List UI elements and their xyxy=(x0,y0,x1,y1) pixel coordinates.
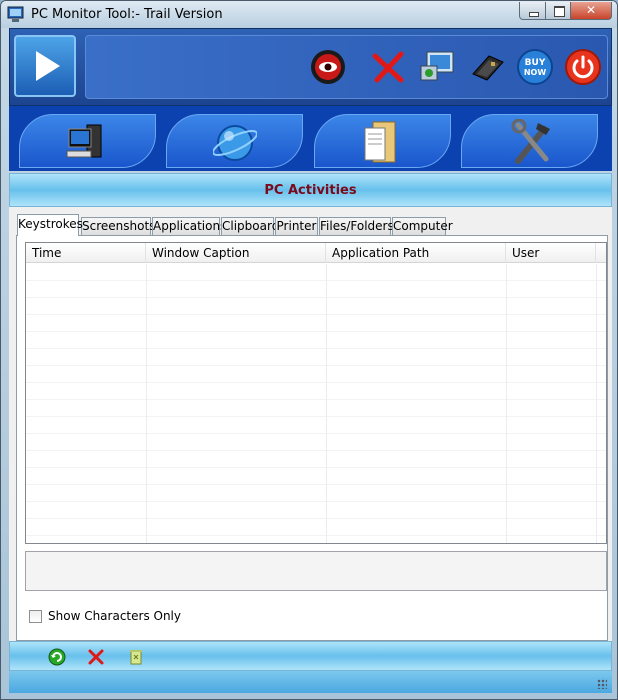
footer-toolbar xyxy=(9,641,612,671)
section-title: PC Activities xyxy=(264,183,357,198)
tools-icon xyxy=(511,119,550,164)
column-application-path[interactable]: Application Path xyxy=(326,243,506,263)
settings-tab[interactable] xyxy=(461,114,598,168)
status-bar xyxy=(9,671,612,693)
show-characters-label: Show Characters Only xyxy=(48,609,181,623)
computer-icon xyxy=(66,124,102,158)
detail-text-box[interactable] xyxy=(25,551,607,591)
table-header: Time Window Caption Application Path Use… xyxy=(26,243,606,263)
trash-icon[interactable] xyxy=(127,648,145,666)
keystrokes-table[interactable]: Time Window Caption Application Path Use… xyxy=(25,242,607,544)
minimize-button[interactable] xyxy=(519,2,546,20)
nav-bar xyxy=(9,106,612,171)
column-window-caption[interactable]: Window Caption xyxy=(146,243,326,263)
files-tab[interactable] xyxy=(314,114,451,168)
refresh-icon[interactable] xyxy=(48,648,66,666)
documents-icon xyxy=(364,121,396,163)
column-time[interactable]: Time xyxy=(26,243,146,263)
section-header: PC Activities xyxy=(9,173,612,207)
internet-tab[interactable] xyxy=(166,114,303,168)
tab-screenshots[interactable]: Screenshots xyxy=(81,217,155,235)
tab-computer[interactable]: Computer xyxy=(392,217,453,235)
app-icon xyxy=(7,6,24,22)
delete-icon[interactable] xyxy=(369,48,407,86)
app-window: PC Monitor Tool:- Trail Version BUY NOW xyxy=(0,0,618,700)
book-icon[interactable] xyxy=(469,48,507,86)
network-monitor-icon[interactable] xyxy=(419,48,457,86)
delete-icon[interactable] xyxy=(87,648,105,666)
buy-now-icon[interactable]: BUY NOW xyxy=(516,48,554,86)
svg-text:BUY: BUY xyxy=(525,58,546,68)
tab-keystrokes[interactable]: Keystrokes xyxy=(17,214,83,236)
resize-grip[interactable] xyxy=(597,679,607,689)
column-divider xyxy=(596,264,597,543)
show-characters-checkbox[interactable] xyxy=(29,610,42,623)
tab-printer[interactable]: Printer xyxy=(275,217,318,235)
column-divider xyxy=(146,264,147,543)
table-body[interactable] xyxy=(26,264,606,543)
computer-tab[interactable] xyxy=(19,114,156,168)
tab-applications[interactable]: Applications xyxy=(152,217,226,235)
column-user[interactable]: User xyxy=(506,243,596,263)
column-divider xyxy=(326,264,327,543)
close-button[interactable] xyxy=(570,2,612,20)
svg-text:NOW: NOW xyxy=(524,68,546,77)
globe-icon xyxy=(213,125,257,161)
window-title: PC Monitor Tool:- Trail Version xyxy=(31,7,223,22)
tab-clipboard[interactable]: Clipboard xyxy=(221,217,279,235)
keystrokes-panel: Time Window Caption Application Path Use… xyxy=(16,235,608,641)
record-icon[interactable] xyxy=(309,48,347,86)
play-button[interactable] xyxy=(14,35,76,97)
tab-files-folders[interactable]: Files/Folders xyxy=(319,217,394,235)
content-area: Keystrokes Screenshots Applications Clip… xyxy=(9,207,612,641)
column-divider xyxy=(506,264,507,543)
power-icon[interactable] xyxy=(564,48,602,86)
title-bar[interactable]: PC Monitor Tool:- Trail Version xyxy=(1,1,617,28)
maximize-button[interactable] xyxy=(545,2,571,20)
